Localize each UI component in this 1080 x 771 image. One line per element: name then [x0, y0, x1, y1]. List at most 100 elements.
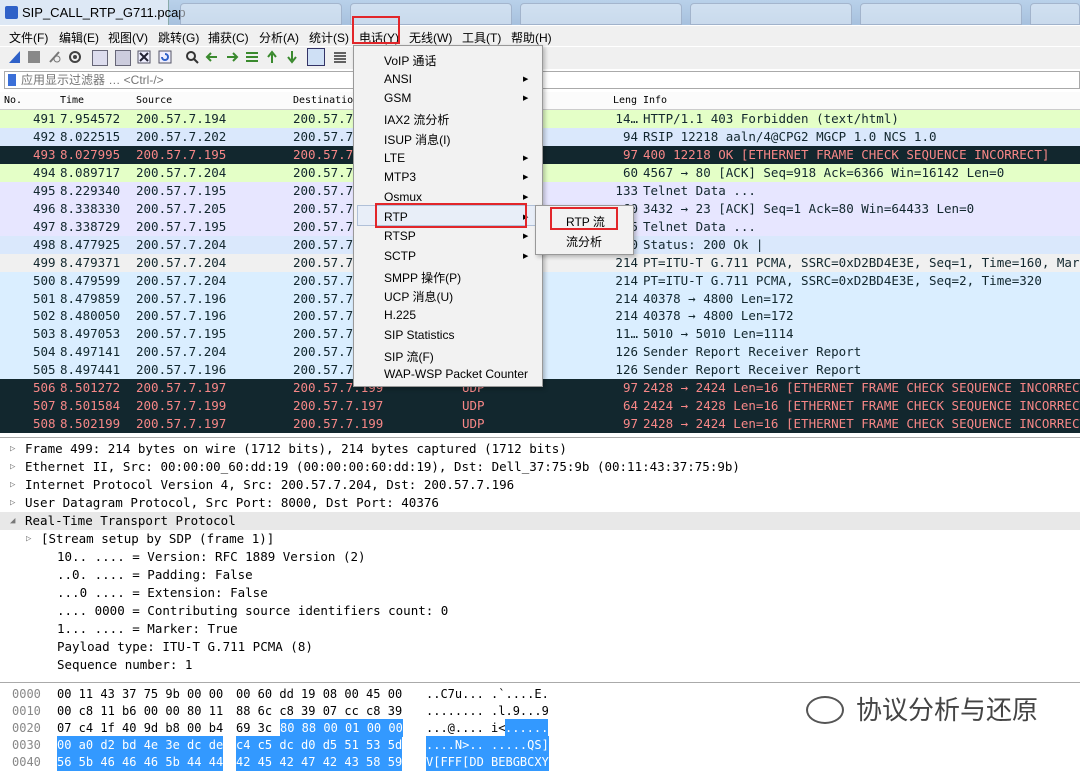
- detail-tree-item[interactable]: 10.. .... = Version: RFC 1889 Version (2…: [0, 548, 1080, 566]
- menu-file[interactable]: 文件(F): [9, 29, 48, 46]
- auto-scroll-icon[interactable]: [307, 48, 325, 66]
- menu-go[interactable]: 跳转(G): [158, 29, 199, 46]
- active-window-tab[interactable]: SIP_CALL_RTP_G711.pcap: [0, 0, 186, 25]
- hex-ascii[interactable]: ...@.... i<: [426, 719, 505, 737]
- expand-arrow-icon[interactable]: ▷: [10, 440, 15, 458]
- telephony-menu-item-sip-statistics[interactable]: SIP Statistics: [384, 328, 454, 342]
- detail-tree-item[interactable]: ..0. .... = Padding: False: [0, 566, 1080, 584]
- telephony-menu-item-ucp-u[interactable]: UCP 消息(U): [384, 288, 453, 305]
- menu-statistics[interactable]: 统计(S): [309, 29, 349, 46]
- packet-cell-len: 64: [622, 398, 638, 414]
- hex-bytes-selected[interactable]: 00 a0 d2 bd 4e 3e dc de: [57, 736, 224, 754]
- stop-capture-icon[interactable]: [28, 51, 40, 63]
- expand-arrow-icon[interactable]: ▷: [10, 476, 15, 494]
- background-tab[interactable]: [520, 3, 682, 25]
- telephony-menu-item-h-225[interactable]: H.225: [384, 308, 416, 322]
- hex-bytes[interactable]: 00 11 43 37 75 9b 00 00: [57, 685, 223, 703]
- go-back-icon[interactable]: [205, 50, 219, 64]
- detail-tree-item[interactable]: ◢ Real-Time Transport Protocol: [0, 512, 1080, 530]
- detail-text: .... 0000 = Contributing source identifi…: [57, 603, 449, 618]
- detail-tree-item[interactable]: 1... .... = Marker: True: [0, 620, 1080, 638]
- stream-analysis-menu-item[interactable]: 流分析: [566, 233, 602, 250]
- detail-tree-item[interactable]: ▷ Internet Protocol Version 4, Src: 200.5…: [0, 476, 1080, 494]
- packet-cell-no: 504: [33, 344, 56, 360]
- hex-ascii[interactable]: ..C7u... .`....E.: [426, 685, 549, 703]
- telephony-menu-item-wap-wsp-packet-counter[interactable]: WAP-WSP Packet Counter: [384, 367, 528, 381]
- detail-tree-item[interactable]: ▷ User Datagram Protocol, Src Port: 8000,…: [0, 494, 1080, 512]
- telephony-menu-item-sip-f[interactable]: SIP 流(F): [384, 348, 434, 365]
- hex-bytes-selected[interactable]: 56 5b 46 46 46 5b 44 44: [57, 753, 224, 771]
- hex-bytes-selected[interactable]: 42 45 42 47 42 43 58 59: [236, 753, 403, 771]
- hex-bytes[interactable]: 88 6c c8 39 07 cc c8 39: [236, 702, 402, 720]
- expand-arrow-icon[interactable]: ◢: [10, 512, 15, 530]
- packet-cell-dst: 200.57.7: [293, 182, 354, 198]
- last-packet-icon[interactable]: [285, 50, 299, 64]
- go-forward-icon[interactable]: [225, 50, 239, 64]
- detail-tree-item[interactable]: Sequence number: 1: [0, 656, 1080, 674]
- first-packet-icon[interactable]: [265, 50, 279, 64]
- telephony-menu-item-iax2[interactable]: IAX2 流分析: [384, 111, 449, 128]
- menu-tools[interactable]: 工具(T): [462, 29, 501, 46]
- hex-bytes-selected[interactable]: 80 88 00 01 00 00: [280, 719, 403, 737]
- column-header-no[interactable]: No.: [4, 95, 22, 106]
- column-header-source[interactable]: Source: [136, 95, 172, 106]
- shark-fin-start-icon[interactable]: [8, 50, 22, 64]
- restart-capture-icon[interactable]: [48, 50, 62, 64]
- find-packet-icon[interactable]: [185, 50, 199, 64]
- column-header-length[interactable]: Leng: [613, 95, 637, 106]
- bookmark-icon[interactable]: [8, 74, 16, 86]
- menu-view[interactable]: 视图(V): [108, 29, 148, 46]
- close-file-icon[interactable]: [137, 50, 151, 64]
- hex-ascii-selected[interactable]: ......: [505, 719, 549, 737]
- capture-options-icon[interactable]: [68, 50, 82, 64]
- save-file-icon[interactable]: [115, 50, 131, 66]
- telephony-menu-item-osmux[interactable]: Osmux: [384, 190, 422, 204]
- telephony-menu-item-sctp[interactable]: SCTP: [384, 249, 416, 263]
- column-header-destination[interactable]: Destination: [293, 95, 359, 106]
- detail-tree-item[interactable]: ▷ Ethernet II, Src: 00:00:00_60:dd:19 (00…: [0, 458, 1080, 476]
- hex-ascii-selected[interactable]: V[FFF[DD BEBGBCXY: [426, 753, 549, 771]
- telephony-menu-item-lte[interactable]: LTE: [384, 151, 405, 165]
- detail-tree-item[interactable]: .... 0000 = Contributing source identifi…: [0, 602, 1080, 620]
- menu-edit[interactable]: 编辑(E): [59, 29, 99, 46]
- background-tab[interactable]: [860, 3, 1022, 25]
- detail-tree-item[interactable]: ▷ Frame 499: 214 bytes on wire (1712 bits…: [0, 440, 1080, 458]
- packet-cell-src: 200.57.7.195: [136, 182, 227, 198]
- menu-wireless[interactable]: 无线(W): [409, 29, 452, 46]
- hex-bytes[interactable]: 00 c8 11 b6 00 00 80 11: [57, 702, 223, 720]
- packet-row[interactable]: 507 8.501584 200.57.7.199 200.57.7.197 UDP 64…: [0, 397, 1080, 416]
- open-file-icon[interactable]: [92, 50, 108, 66]
- hex-bytes[interactable]: 07 c4 1f 40 9d b8 00 b4: [57, 719, 223, 737]
- hex-bytes[interactable]: 00 60 dd 19 08 00 45 00: [236, 685, 402, 703]
- detail-tree-item[interactable]: Payload type: ITU-T G.711 PCMA (8): [0, 638, 1080, 656]
- reload-file-icon[interactable]: [158, 50, 172, 64]
- detail-tree-item[interactable]: ...0 .... = Extension: False: [0, 584, 1080, 602]
- detail-text: 10.. .... = Version: RFC 1889 Version (2…: [57, 549, 366, 564]
- column-header-time[interactable]: Time: [60, 95, 84, 106]
- go-to-packet-icon[interactable]: [245, 50, 259, 64]
- background-tab[interactable]: [1030, 3, 1080, 25]
- background-tab[interactable]: [180, 3, 342, 25]
- menu-capture[interactable]: 捕获(C): [208, 29, 249, 46]
- expand-arrow-icon[interactable]: ▷: [10, 458, 15, 476]
- telephony-menu-item-rtsp[interactable]: RTSP: [384, 229, 416, 243]
- colorize-icon[interactable]: [333, 50, 347, 64]
- expand-arrow-icon[interactable]: ▷: [26, 530, 31, 548]
- telephony-menu-item-smpp-p[interactable]: SMPP 操作(P): [384, 269, 461, 286]
- menu-analyze[interactable]: 分析(A): [259, 29, 299, 46]
- hex-ascii[interactable]: ........ .l.9...9: [426, 702, 549, 720]
- hex-ascii-selected[interactable]: ....N>.. .....QS]: [426, 736, 549, 754]
- telephony-menu-item-voip[interactable]: VoIP 通话: [384, 52, 436, 69]
- telephony-menu-item-isup-i[interactable]: ISUP 消息(I): [384, 131, 450, 148]
- hex-bytes[interactable]: 69 3c: [236, 719, 272, 737]
- column-header-info[interactable]: Info: [643, 95, 667, 106]
- hex-bytes-selected[interactable]: c4 c5 dc d0 d5 51 53 5d: [236, 736, 403, 754]
- telephony-menu-item-mtp3[interactable]: MTP3: [384, 170, 416, 184]
- expand-arrow-icon[interactable]: ▷: [10, 494, 15, 512]
- detail-tree-item[interactable]: ▷ [Stream setup by SDP (frame 1)]: [0, 530, 1080, 548]
- telephony-menu-item-ansi[interactable]: ANSI: [384, 72, 412, 86]
- packet-row[interactable]: 508 8.502199 200.57.7.197 200.57.7.199 UDP 97…: [0, 415, 1080, 434]
- background-tab[interactable]: [690, 3, 852, 25]
- telephony-menu-item-gsm[interactable]: GSM: [384, 91, 411, 105]
- menu-help[interactable]: 帮助(H): [511, 29, 552, 46]
